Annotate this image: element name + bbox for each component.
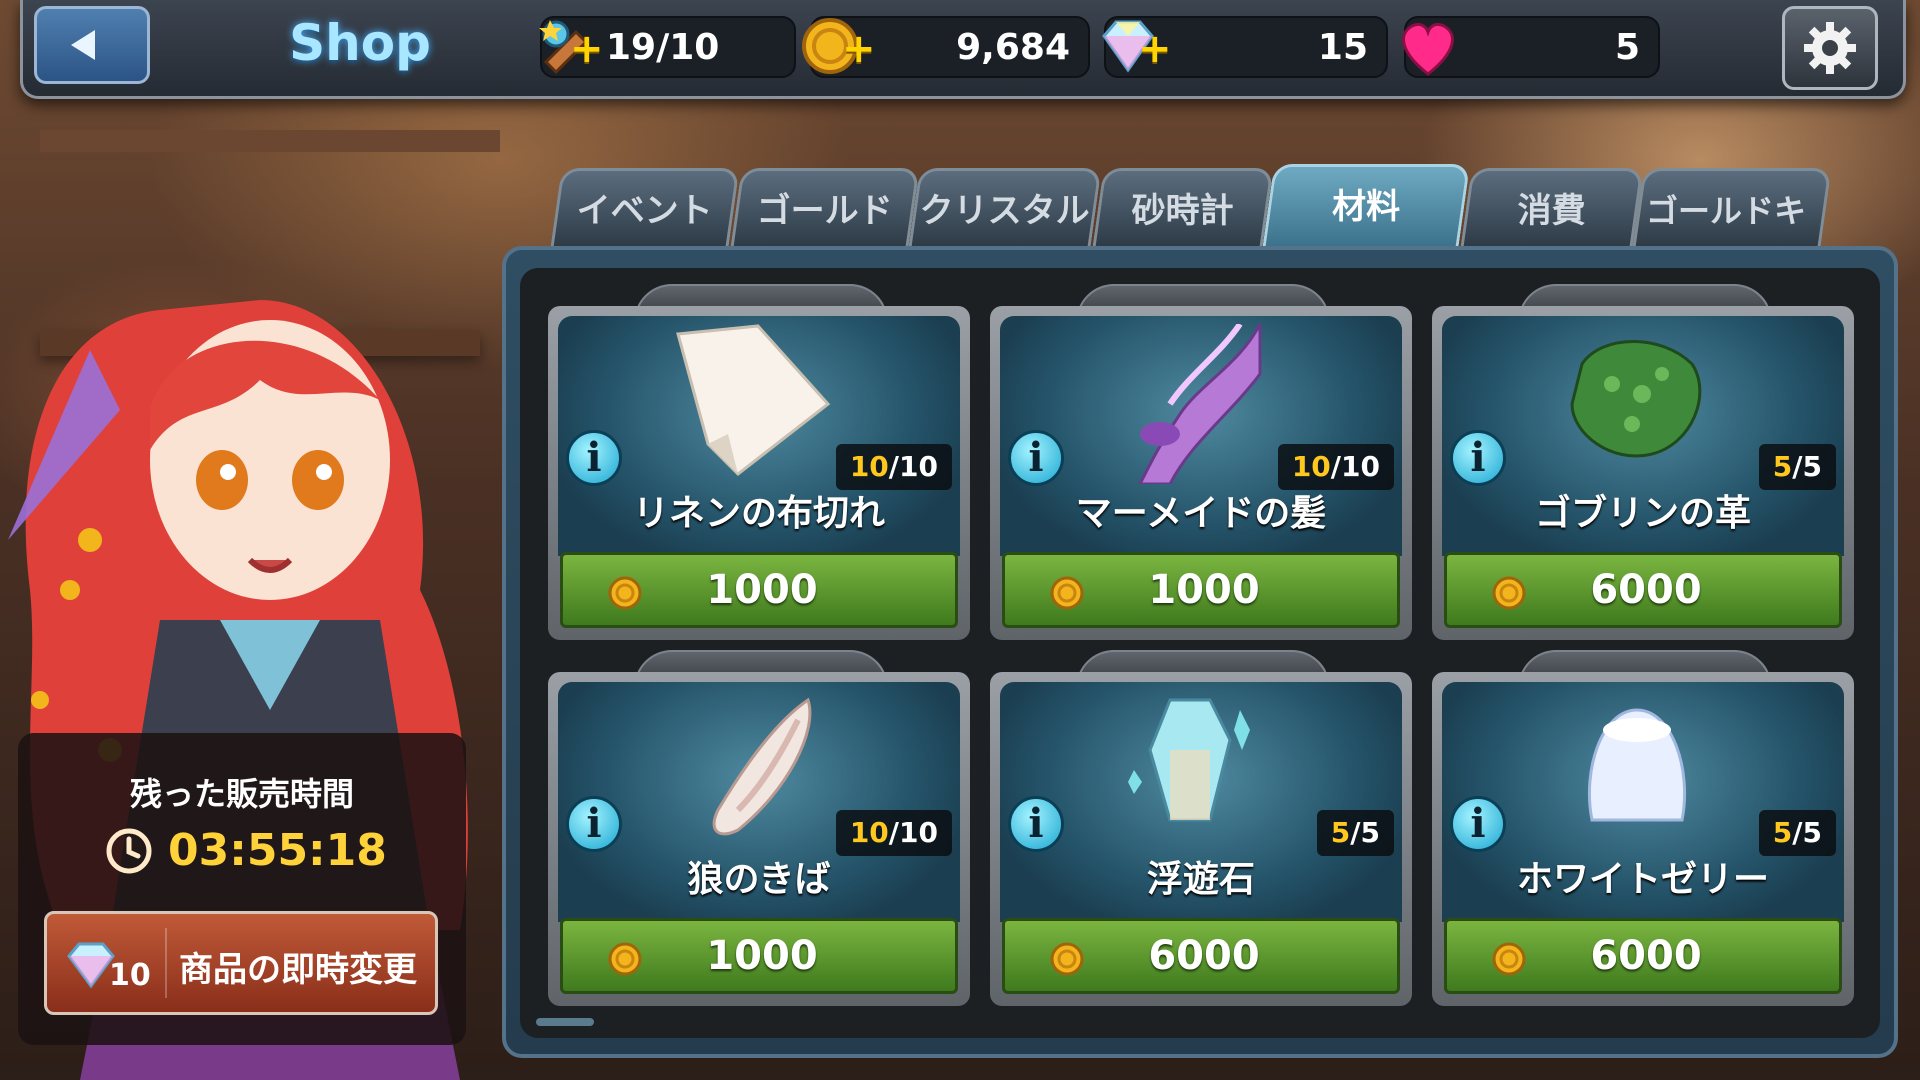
shop-item-card[interactable]: i 10/10 狼のきば 1000 [548,650,970,1006]
tab-label: ゴールド [756,191,893,231]
item-stock-max: 10 [1341,450,1380,483]
stamina-value: 19/10 [606,26,720,68]
tab-materials[interactable]: 材料 [1261,164,1471,252]
item-buy-button[interactable]: 1000 [560,918,958,994]
tab-label: クリスタル [919,191,1090,231]
add-stamina-icon[interactable]: + [570,26,604,72]
button-divider [165,928,167,998]
add-gold-icon[interactable]: + [842,26,876,72]
item-price: 1000 [1148,567,1260,613]
mermaid-hair-icon [1138,324,1262,484]
heart-counter[interactable]: 5 [1402,16,1660,78]
item-name: マーメイドの髪 [1075,493,1327,534]
item-buy-button[interactable]: 1000 [560,552,958,628]
back-button[interactable] [34,6,150,84]
instant-change-button[interactable]: 10 商品の即時変更 [44,911,438,1015]
sale-timer-value: 03:55:18 [168,825,387,876]
background-shelf [40,130,500,152]
white-jelly-icon [1587,708,1687,822]
tab-gold-key[interactable]: ゴールドキー [1632,168,1832,310]
linen-cloth-icon [676,324,831,476]
item-info-button[interactable]: i [1008,430,1064,486]
floating-stone-icon [1128,698,1250,822]
shop-item-card[interactable]: i 5/5 ゴブリンの革 6000 [1432,284,1854,640]
item-stock-current: 10 [849,816,889,849]
item-stock-separator: / [888,816,900,849]
item-stock-separator: / [888,450,900,483]
item-price: 6000 [1148,933,1260,979]
item-stock-current: 5 [1330,816,1351,849]
gold-value: 9,684 [956,26,1070,68]
item-name: ゴブリンの革 [1534,493,1751,534]
item-stock-max: 10 [899,816,938,849]
item-stock-max: 5 [1360,816,1380,849]
clock-icon [106,828,152,873]
item-stock-separator: / [1792,450,1803,483]
settings-button[interactable] [1782,6,1878,90]
tab-crystal[interactable]: クリスタル [908,168,1102,248]
item-stock-current: 5 [1772,450,1793,483]
item-name: リネンの布切れ [632,493,885,534]
item-stock-separator: / [1330,450,1342,483]
shop-item-card[interactable]: i 10/10 マーメイドの髪 1000 [990,284,1412,640]
item-stock-max: 5 [1802,816,1822,849]
tab-label: イベント [576,191,713,231]
gear-icon [1804,22,1856,74]
tab-consumables[interactable]: 消費 [1460,168,1644,248]
tab-label: 消費 [1517,191,1586,231]
gold-counter[interactable]: + 9,684 [802,16,1090,78]
tab-event[interactable]: イベント [550,168,740,248]
tab-label: 砂時計 [1131,191,1234,231]
item-price: 1000 [706,567,818,613]
item-price: 6000 [1590,933,1702,979]
tab-gold[interactable]: ゴールド [730,168,920,248]
item-price: 1000 [706,933,818,979]
item-stock-separator: / [1350,816,1361,849]
item-stock-separator: / [1792,816,1803,849]
heart-value: 5 [1614,26,1640,68]
shop-item-card[interactable]: i 5/5 ホワイトゼリー 6000 [1432,650,1854,1006]
item-info-button[interactable]: i [1450,796,1506,852]
item-stock-max: 10 [899,450,938,483]
item-buy-button[interactable]: 6000 [1444,918,1842,994]
item-stock-max: 5 [1802,450,1822,483]
instant-change-label: 商品の即時変更 [179,950,417,990]
shop-item-card[interactable]: i 10/10 リネンの布切れ 1000 [548,284,970,640]
item-buy-button[interactable]: 1000 [1002,552,1400,628]
sale-timer: 03:55:18 [104,825,387,876]
wolf-fang-icon [712,697,812,836]
back-arrow-icon [71,30,95,60]
item-buy-button[interactable]: 6000 [1002,918,1400,994]
item-info-button[interactable]: i [1008,796,1064,852]
crystal-value: 15 [1317,26,1368,68]
item-buy-button[interactable]: 6000 [1444,552,1842,628]
sale-timer-label: 残った販売時間 [129,775,354,813]
tab-hourglass[interactable]: 砂時計 [1092,168,1274,248]
heart-icon [1402,22,1454,76]
sale-timer-panel: 残った販売時間 03:55:18 10 商品の即時変更 [18,733,466,1045]
shop-item-card[interactable]: i 5/5 浮遊石 6000 [990,650,1412,1006]
stamina-counter[interactable]: + 19/10 [539,16,796,78]
crystal-counter[interactable]: + 15 [1102,16,1388,78]
add-crystal-icon[interactable]: + [1138,26,1172,72]
item-name: 狼のきば [687,859,831,900]
item-price: 6000 [1590,567,1702,613]
tab-label: 材料 [1332,187,1401,227]
goblin-leather-icon [1570,340,1702,458]
item-info-button[interactable]: i [1450,430,1506,486]
item-info-button[interactable]: i [566,430,622,486]
item-name: 浮遊石 [1146,859,1255,900]
instant-change-cost: 10 [109,958,151,993]
scrollbar[interactable] [536,1018,594,1026]
page-title: Shop [289,14,431,72]
item-stock-current: 10 [849,450,889,483]
item-name: ホワイトゼリー [1516,859,1769,900]
item-stock-current: 5 [1772,816,1793,849]
item-info-button[interactable]: i [566,796,622,852]
item-stock-current: 10 [1291,450,1331,483]
